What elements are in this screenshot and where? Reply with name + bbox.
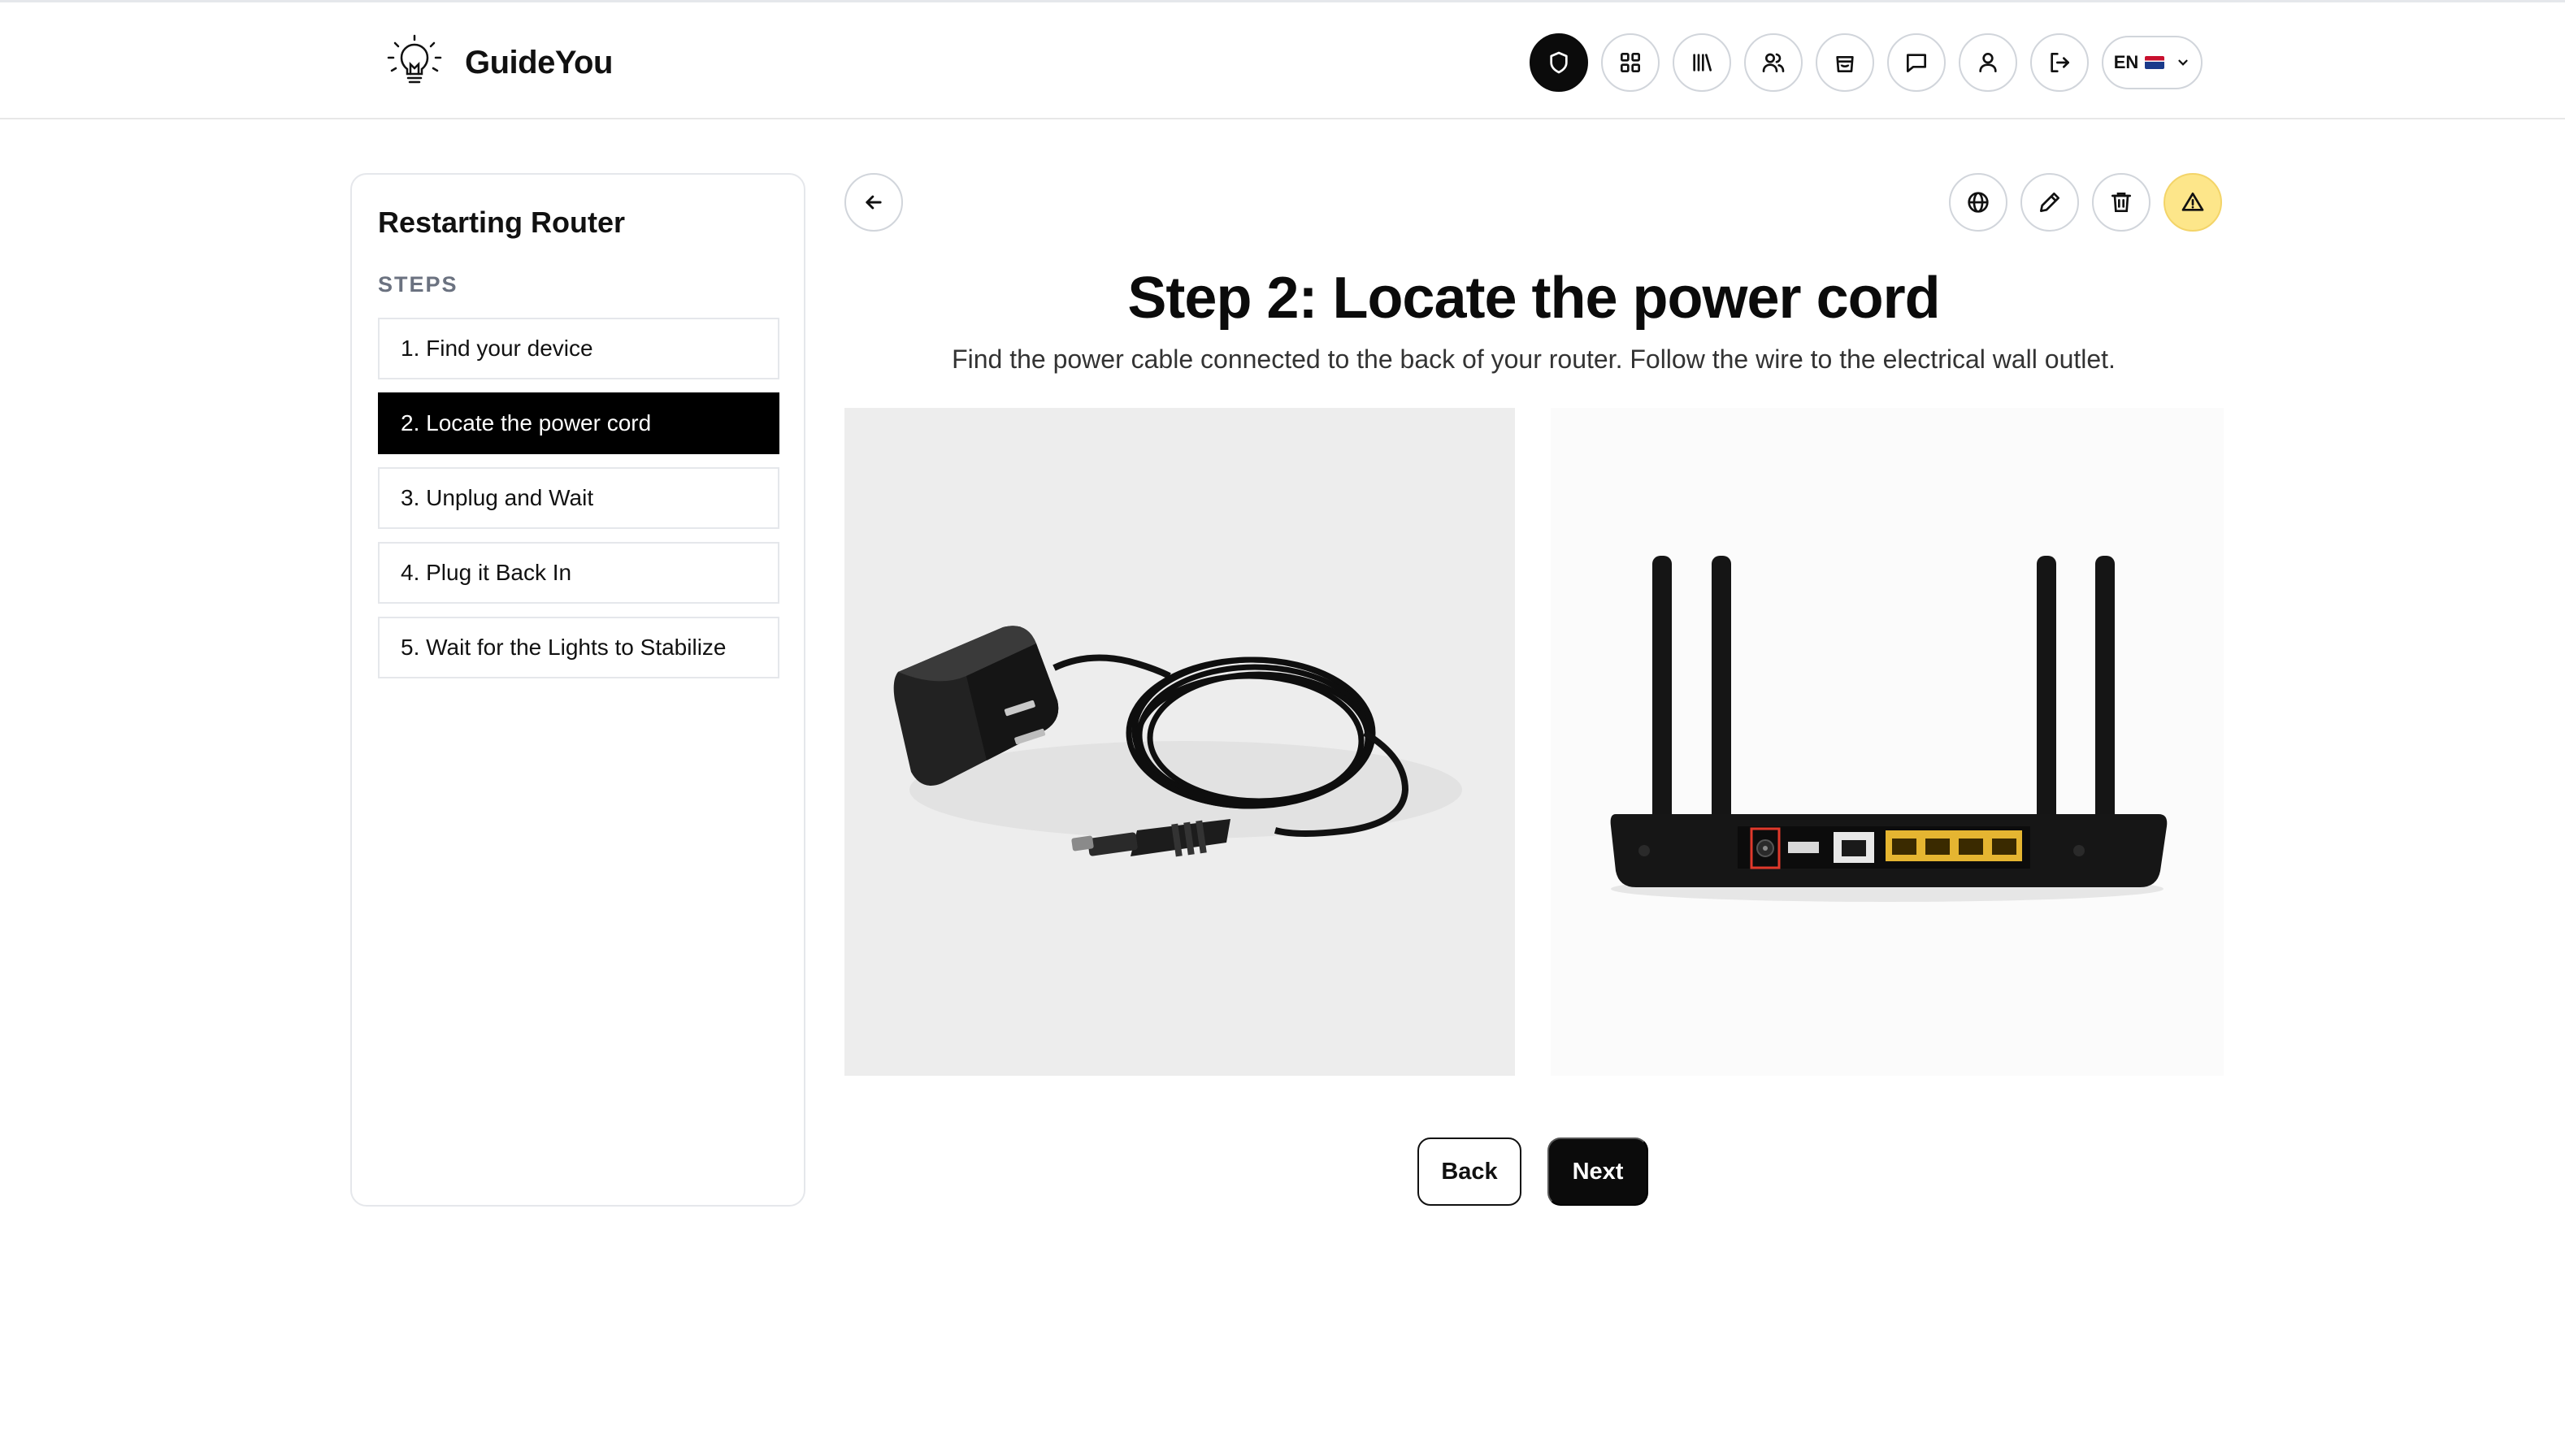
power-adapter-image	[844, 408, 1515, 1076]
back-button[interactable]: Back	[1417, 1138, 1521, 1206]
chevron-down-icon	[2178, 59, 2188, 66]
nav-shield-button[interactable]	[1530, 33, 1588, 92]
router-illustration	[1551, 408, 2224, 1076]
step-item-2[interactable]: 2. Locate the power cord	[378, 392, 779, 454]
step-title: Step 2: Locate the power cord	[1127, 266, 1940, 331]
arrow-left-icon	[866, 195, 882, 210]
back-arrow-button[interactable]	[844, 173, 903, 232]
user-icon	[1979, 53, 1997, 72]
nav-users-button[interactable]	[1744, 33, 1803, 92]
top-header: GuideYou EN	[0, 2, 2565, 119]
globe-icon	[1968, 192, 1989, 213]
delete-button[interactable]	[2092, 173, 2151, 232]
logout-icon	[2051, 53, 2069, 72]
steps-list: 1. Find your device 2. Locate the power …	[378, 318, 779, 691]
top-nav: EN	[1530, 33, 2203, 92]
brand[interactable]: GuideYou	[385, 33, 613, 92]
guide-title: Restarting Router	[378, 206, 626, 239]
pencil-icon	[2040, 193, 2059, 212]
nav-profile-button[interactable]	[1959, 33, 2017, 92]
users-icon	[1762, 53, 1785, 72]
shopping-bag-icon	[1836, 56, 1854, 72]
step-item-1[interactable]: 1. Find your device	[378, 318, 779, 379]
report-issue-button[interactable]	[2164, 173, 2222, 232]
router-back-image	[1551, 408, 2224, 1076]
step-description: Find the power cable connected to the ba…	[952, 344, 2116, 374]
chat-icon	[1907, 54, 1926, 72]
step-item-3[interactable]: 3. Unplug and Wait	[378, 467, 779, 529]
nav-messages-button[interactable]	[1887, 33, 1946, 92]
language-select[interactable]: EN	[2102, 36, 2203, 89]
library-icon	[1693, 54, 1712, 72]
edit-button[interactable]	[2020, 173, 2079, 232]
warning-icon	[2181, 193, 2204, 211]
language-code: EN	[2113, 52, 2139, 72]
step-item-4[interactable]: 4. Plug it Back In	[378, 542, 779, 604]
steps-sidebar: Restarting Router STEPS 1. Find your dev…	[350, 173, 805, 1207]
nav-dashboard-button[interactable]	[1601, 33, 1660, 92]
app-name: GuideYou	[465, 44, 613, 80]
steps-heading: STEPS	[378, 272, 458, 297]
shield-icon	[1550, 51, 1568, 74]
translate-button[interactable]	[1949, 173, 2007, 232]
step-item-5[interactable]: 5. Wait for the Lights to Stabilize	[378, 617, 779, 678]
step-toolbar	[1949, 173, 2222, 232]
next-button[interactable]: Next	[1547, 1138, 1648, 1206]
nav-shop-button[interactable]	[1816, 33, 1874, 92]
lightbulb-icon	[387, 34, 442, 84]
power-adapter-illustration	[844, 408, 1515, 1076]
trash-icon	[2111, 193, 2131, 212]
grid-icon	[1621, 53, 1640, 72]
nav-library-button[interactable]	[1673, 33, 1731, 92]
uk-flag-icon	[2145, 56, 2165, 69]
nav-logout-button[interactable]	[2030, 33, 2089, 92]
